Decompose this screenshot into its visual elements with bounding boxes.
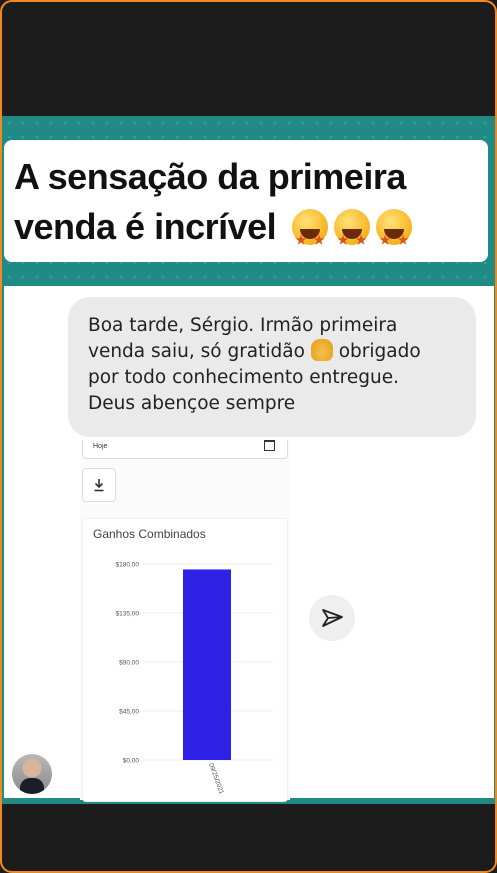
y-tick-label: $90,00 xyxy=(119,660,139,667)
send-icon xyxy=(322,609,343,627)
bar[interactable] xyxy=(183,569,231,760)
headline: A sensação da primeira venda é incrível xyxy=(14,152,484,265)
y-tick-label: $0,00 xyxy=(123,758,140,765)
message-line: Boa tarde, Sérgio. Irmão primeira xyxy=(88,315,398,336)
y-tick-label: $45,00 xyxy=(119,709,139,716)
star-struck-emoji-icon xyxy=(291,209,328,265)
message-text: Boa tarde, Sérgio. Irmão primeira venda … xyxy=(88,313,468,417)
x-tick-label: 09/25/2021 xyxy=(207,762,225,795)
story-frame: A sensação da primeira venda é incrível … xyxy=(0,0,497,873)
user-avatar[interactable] xyxy=(12,754,52,794)
headline-card: A sensação da primeira venda é incrível xyxy=(4,140,488,265)
send-button[interactable] xyxy=(309,595,355,641)
date-range-label: Hoje xyxy=(93,443,108,450)
chart-card: Ganhos Combinados $0,00 $45,00 $90,00 $135,… xyxy=(82,518,288,802)
dashboard-screenshot: Hoje Ganhos Combinados $0,00 $45,00 $90,00… xyxy=(80,440,290,802)
praying-hands-icon xyxy=(310,339,333,361)
y-tick-label: $135,00 xyxy=(116,611,140,618)
star-struck-emoji-icon xyxy=(375,209,412,265)
calendar-icon[interactable] xyxy=(264,440,275,451)
star-struck-emoji-icon xyxy=(333,209,370,265)
y-tick-label: $180,00 xyxy=(116,562,140,569)
message-line: venda saiu, só gratidão xyxy=(88,341,305,362)
message-bubble: Boa tarde, Sérgio. Irmão primeira venda … xyxy=(68,297,476,437)
download-button[interactable] xyxy=(82,468,116,502)
message-line: por todo conhecimento entregue. xyxy=(88,367,399,388)
message-line: Deus abençoe sempre xyxy=(88,393,296,414)
download-icon xyxy=(94,479,104,492)
date-range-field[interactable]: Hoje xyxy=(82,440,288,459)
bar-chart: $0,00 $45,00 $90,00 $135,00 $180,00 09/25/202… xyxy=(116,562,273,796)
message-line: obrigado xyxy=(338,341,421,362)
